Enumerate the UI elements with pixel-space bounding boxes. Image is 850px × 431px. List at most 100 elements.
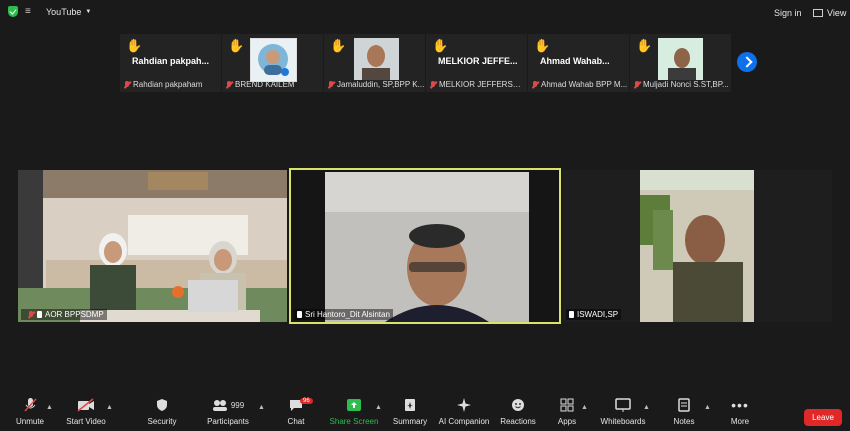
participant-thumbnail[interactable]: ✋ Muljadi Nonci S.ST,BP... xyxy=(630,34,731,92)
whiteboards-label: Whiteboards xyxy=(600,417,646,426)
video-tile[interactable]: AOR BPPSDMP xyxy=(18,170,287,322)
notes-button[interactable]: Notes xyxy=(654,396,714,426)
participant-name-label: BREND KAILEM xyxy=(235,80,295,89)
signal-icon[interactable]: ≡ xyxy=(25,6,31,17)
apps-icon xyxy=(560,398,574,412)
start-video-label: Start Video xyxy=(66,417,106,426)
more-label: More xyxy=(730,417,750,426)
participant-display-name: MELKIOR JEFFE... xyxy=(438,56,518,66)
participant-name-label: Rahdian pakpaham xyxy=(133,80,203,89)
participant-thumbnail-strip: ✋ Rahdian pakpah... Rahdian pakpaham ✋ B… xyxy=(120,34,731,92)
view-label: View xyxy=(827,8,847,18)
participant-name-label: Ahmad Wahab BPP M... xyxy=(541,80,628,89)
speaker-video-feed xyxy=(291,170,559,322)
participant-name-tag: AOR BPPSDMP xyxy=(21,309,107,320)
view-button[interactable]: View xyxy=(813,8,846,18)
participant-name: Sri Hantoro_Dit Alsintan xyxy=(305,310,390,319)
profile-picture-icon xyxy=(258,44,289,76)
leave-button[interactable]: Leave xyxy=(804,409,842,426)
pin-icon xyxy=(569,311,574,318)
raised-hand-icon: ✋ xyxy=(228,38,245,53)
raised-hand-icon: ✋ xyxy=(432,38,449,53)
apps-label: Apps xyxy=(557,417,577,426)
more-dots-icon: ••• xyxy=(731,397,749,413)
unmute-label: Unmute xyxy=(15,417,44,426)
security-button[interactable]: Security xyxy=(132,396,192,426)
participant-thumbnail[interactable]: ✋ BREND KAILEM xyxy=(222,34,323,92)
raised-hand-icon: ✋ xyxy=(636,38,653,53)
meeting-toolbar: Unmute ▲ Start Video ▲ Security 999 Part… xyxy=(0,396,850,431)
participant-thumbnail[interactable]: ✋ Jamaluddin, SP,BPP K... xyxy=(324,34,425,92)
start-video-button[interactable]: Start Video xyxy=(56,396,116,426)
smiley-plus-icon xyxy=(512,399,524,411)
pin-icon xyxy=(37,311,42,318)
ai-companion-button[interactable]: AI Companion xyxy=(434,396,494,426)
shield-icon[interactable] xyxy=(8,6,18,17)
chat-label: Chat xyxy=(287,417,305,426)
participant-thumbnail[interactable]: ✋ Ahmad Wahab... Ahmad Wahab BPP M... xyxy=(528,34,629,92)
person-video-feed xyxy=(658,38,703,80)
chat-unread-badge: 96 xyxy=(300,398,313,404)
share-screen-icon xyxy=(347,399,361,411)
person-video-feed xyxy=(354,38,399,80)
ai-companion-label: AI Companion xyxy=(438,417,490,426)
participant-name-tag: Sri Hantoro_Dit Alsintan xyxy=(294,309,393,320)
summary-label: Summary xyxy=(392,417,428,426)
stream-dropdown[interactable]: YouTube ▼ xyxy=(46,7,91,17)
mic-muted-icon xyxy=(328,80,334,89)
chevron-down-icon: ▼ xyxy=(85,9,92,15)
notes-icon xyxy=(678,398,690,412)
mic-muted-icon xyxy=(124,80,130,89)
participants-button[interactable]: 999 Participants xyxy=(198,396,258,426)
participants-label: Participants xyxy=(207,417,249,426)
participant-thumbnail[interactable]: ✋ MELKIOR JEFFE... MELKIOR JEFFERSON... xyxy=(426,34,527,92)
next-page-arrow-icon[interactable] xyxy=(737,52,757,72)
sparkle-icon xyxy=(457,398,471,412)
participants-options-caret-icon[interactable]: ▲ xyxy=(258,404,265,411)
whiteboards-button[interactable]: Whiteboards xyxy=(593,396,653,426)
office-video-feed xyxy=(18,170,287,322)
mic-muted-icon xyxy=(532,80,538,89)
video-tile[interactable]: ISWADI,SP xyxy=(563,170,832,322)
raised-hand-icon: ✋ xyxy=(330,38,347,53)
camera-off-icon xyxy=(77,398,94,412)
whiteboards-options-caret-icon[interactable]: ▲ xyxy=(643,404,650,411)
share-screen-button[interactable]: Share Screen xyxy=(324,396,384,426)
summary-button[interactable]: Summary xyxy=(380,396,440,426)
summary-icon xyxy=(405,399,415,411)
avatar xyxy=(250,38,297,82)
participants-icon xyxy=(212,400,227,411)
notes-label: Notes xyxy=(673,417,695,426)
mic-muted-icon xyxy=(226,80,232,89)
shield-icon xyxy=(157,399,167,411)
participant-video xyxy=(354,38,399,80)
share-screen-label: Share Screen xyxy=(329,417,379,426)
pin-icon xyxy=(297,311,302,318)
participant-name: AOR BPPSDMP xyxy=(45,310,104,319)
audio-options-caret-icon[interactable]: ▲ xyxy=(46,404,53,411)
participant-name-label: Muljadi Nonci S.ST,BP... xyxy=(643,80,729,89)
raised-hand-icon: ✋ xyxy=(126,38,143,53)
microphone-muted-icon xyxy=(24,398,37,412)
chat-button[interactable]: 96 Chat xyxy=(266,396,326,426)
participant-count: 999 xyxy=(230,400,245,410)
grid-icon xyxy=(813,9,823,17)
apps-options-caret-icon[interactable]: ▲ xyxy=(581,404,588,411)
raised-hand-icon: ✋ xyxy=(534,38,551,53)
active-speaker-tile[interactable]: Sri Hantoro_Dit Alsintan xyxy=(289,168,561,324)
security-label: Security xyxy=(147,417,177,426)
participant-name: ISWADI,SP xyxy=(577,310,619,319)
mic-muted-icon xyxy=(28,310,34,319)
stream-label: YouTube xyxy=(46,7,82,17)
unmute-button[interactable]: Unmute xyxy=(0,396,60,426)
top-bar: ≡ YouTube ▼ Sign in View xyxy=(0,0,850,24)
apps-button[interactable]: Apps xyxy=(537,396,597,426)
participant-display-name: Ahmad Wahab... xyxy=(540,56,610,66)
video-options-caret-icon[interactable]: ▲ xyxy=(106,404,113,411)
more-button[interactable]: ••• More xyxy=(710,396,770,426)
participant-display-name: Rahdian pakpah... xyxy=(132,56,210,66)
participant-thumbnail[interactable]: ✋ Rahdian pakpah... Rahdian pakpaham xyxy=(120,34,221,92)
mic-muted-icon xyxy=(430,80,436,89)
mic-muted-icon xyxy=(634,80,640,89)
sign-in-button[interactable]: Sign in xyxy=(774,8,802,18)
